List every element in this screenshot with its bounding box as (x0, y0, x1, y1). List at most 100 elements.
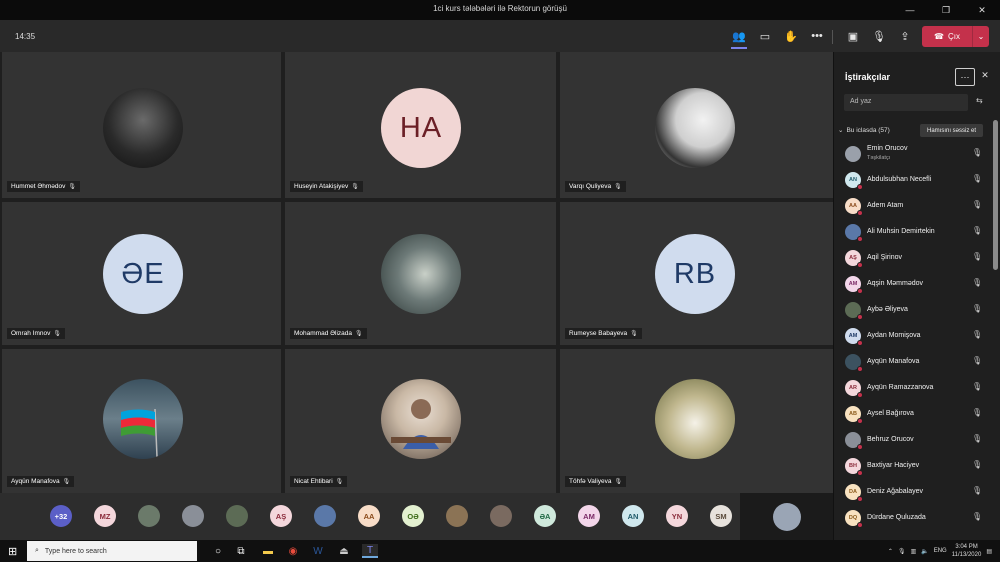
app-icon[interactable]: ⏏ (336, 544, 352, 558)
participant-row[interactable]: DA Deniz Ağabalayev 🎙 (834, 478, 992, 504)
file-explorer-icon[interactable]: ▬ (260, 544, 276, 558)
strip-avatar[interactable]: AŞ (270, 505, 292, 527)
strip-avatar[interactable]: AN (622, 505, 644, 527)
mic-off-icon[interactable]: 🎙 (972, 512, 982, 521)
mic-off-icon[interactable]: 🎙 (972, 252, 982, 261)
strip-avatar[interactable]: ƏA (534, 505, 556, 527)
participant-row[interactable]: AB Aysel Bağırova 🎙 (834, 400, 992, 426)
participant-row[interactable]: AM Aydan Momişova 🎙 (834, 322, 992, 348)
strip-avatar[interactable]: AM (578, 505, 600, 527)
close-icon[interactable]: ✕ (978, 70, 992, 81)
close-window-icon[interactable]: ✕ (964, 0, 1000, 20)
mic-off-icon[interactable]: 🎙 (972, 304, 982, 313)
video-tile[interactable]: Ayqün Manafova 🎙 (2, 349, 281, 493)
participant-row[interactable]: Ayqün Manafova 🎙 (834, 348, 992, 374)
chevron-up-icon[interactable]: ⌃ (888, 548, 893, 555)
taskbar-clock[interactable]: 3:04 PM 11/13/2020 (952, 543, 982, 559)
video-tile[interactable]: Nicat Ehtibari 🎙 (285, 349, 556, 493)
taskbar-search-input[interactable]: ⌕ Type here to search (27, 541, 197, 561)
cortana-icon[interactable]: ○ (210, 544, 226, 558)
participant-row[interactable]: Emin Orucov Təşkilatçı 🎙 (834, 140, 992, 166)
status-dot (857, 340, 863, 346)
mic-off-icon[interactable]: 🎙 (972, 330, 982, 339)
self-video-preview[interactable] (740, 493, 833, 540)
participant-name: Adem Atam (867, 202, 904, 209)
mic-off-icon[interactable]: 🎙 (972, 278, 982, 287)
mic-off-icon[interactable]: 🎙 (972, 356, 982, 365)
restore-icon[interactable]: ❐ (928, 0, 964, 20)
strip-avatar[interactable] (314, 505, 336, 527)
strip-avatar[interactable]: OƏ (402, 505, 424, 527)
mic-off-icon[interactable]: 🎙 (972, 460, 982, 469)
strip-avatar[interactable]: AA (358, 505, 380, 527)
participant-search-input[interactable]: Ad yaz (844, 94, 968, 111)
participants-button[interactable]: 👥 (728, 26, 750, 49)
section-header[interactable]: ⌄ Bu iclasda (57) (838, 126, 890, 135)
participant-row[interactable]: BH Baxtiyar Haciyev 🎙 (834, 452, 992, 478)
chevron-down-icon: ⌄ (838, 127, 844, 134)
strip-avatar[interactable] (182, 505, 204, 527)
strip-avatar[interactable]: YN (666, 505, 688, 527)
chat-button[interactable]: ▭ (754, 26, 776, 46)
strip-avatar[interactable] (138, 505, 160, 527)
mic-icon[interactable]: 🎙 (898, 548, 906, 555)
video-tile[interactable]: Töhfə Valiyeva 🎙 (560, 349, 833, 493)
panel-scrollbar[interactable] (993, 120, 998, 270)
video-tile[interactable]: RB Rumeyse Babayeva 🎙 (560, 202, 833, 345)
strip-avatar[interactable]: SM (710, 505, 732, 527)
participant-row[interactable]: Behruz Orucov 🎙 (834, 426, 992, 452)
strip-avatar[interactable] (226, 505, 248, 527)
mic-toggle-button[interactable]: 🎙 (868, 26, 890, 46)
participant-photo (381, 234, 461, 314)
mic-off-icon[interactable]: 🎙 (972, 200, 982, 209)
task-view-icon[interactable]: ⧉ (233, 544, 249, 558)
windows-start-icon[interactable]: ⊞ (8, 545, 17, 558)
network-icon[interactable]: ▥ (911, 548, 917, 555)
participant-row[interactable]: Ali Muhsin Demirtekin 🎙 (834, 218, 992, 244)
raise-hand-button[interactable]: ✋ (780, 26, 802, 46)
language-indicator[interactable]: ENG (934, 548, 947, 554)
mic-off-icon[interactable]: 🎙 (972, 408, 982, 417)
chrome-icon[interactable]: ◉ (285, 544, 301, 558)
share-invite-icon[interactable]: ⇆ (976, 96, 983, 105)
video-tile[interactable]: HA Huseyin Atakişiyev 🎙 (285, 52, 556, 198)
leave-button[interactable]: ☎ Çıx ⌄ (922, 26, 989, 47)
chat-icon: ▭ (759, 30, 771, 43)
word-icon[interactable]: W (310, 544, 326, 558)
people-icon: 👥 (732, 30, 746, 43)
share-screen-button[interactable]: ⇪ (894, 26, 916, 46)
mute-all-button[interactable]: Hamısını səssiz et (920, 124, 983, 137)
chevron-down-icon[interactable]: ⌄ (973, 32, 989, 41)
volume-icon[interactable]: 🔈 (921, 548, 928, 555)
mic-off-icon[interactable]: 🎙 (972, 226, 982, 235)
participant-row[interactable]: DQ Dürdane Quluzada 🎙 (834, 504, 992, 530)
camera-toggle-button[interactable]: ▣ (842, 26, 864, 46)
strip-avatar[interactable] (446, 505, 468, 527)
mic-off-icon[interactable]: 🎙 (972, 434, 982, 443)
video-tile[interactable]: Mohammad Əlizada 🎙 (285, 202, 556, 345)
participant-name: Aqil Şirinov (867, 254, 903, 261)
strip-avatar[interactable] (490, 505, 512, 527)
participant-row[interactable]: AR Ayqün Ramazzanova 🎙 (834, 374, 992, 400)
video-tile[interactable]: ƏE Omrah Imnov 🎙 (2, 202, 281, 345)
minimize-icon[interactable]: — (892, 0, 928, 20)
participant-name: Aysel Bağırova (867, 410, 914, 417)
more-actions-button[interactable]: ••• (806, 26, 828, 46)
participant-photo (103, 88, 183, 168)
participant-row[interactable]: AM Aqşin Məmmədov 🎙 (834, 270, 992, 296)
mic-off-icon[interactable]: 🎙 (972, 382, 982, 391)
overflow-participants-button[interactable]: +32 (50, 505, 72, 527)
mic-off-icon[interactable]: 🎙 (972, 486, 982, 495)
video-tile[interactable]: Hummet Əhmədov 🎙 (2, 52, 281, 198)
mic-off-icon[interactable]: 🎙 (972, 174, 982, 183)
mic-off-icon[interactable]: 🎙 (972, 148, 982, 157)
participant-row[interactable]: AN Abdulsubhan Necefli 🎙 (834, 166, 992, 192)
participant-row[interactable]: AŞ Aqil Şirinov 🎙 (834, 244, 992, 270)
teams-icon[interactable]: T (362, 544, 378, 558)
strip-avatar[interactable]: MZ (94, 505, 116, 527)
notifications-icon[interactable]: ▤ (986, 548, 992, 555)
video-tile[interactable]: Varqı Quliyeva 🎙 (560, 52, 833, 198)
participant-row[interactable]: AA Adem Atam 🎙 (834, 192, 992, 218)
panel-more-button[interactable]: ··· (955, 68, 975, 86)
participant-row[interactable]: Aybə Əliyeva 🎙 (834, 296, 992, 322)
